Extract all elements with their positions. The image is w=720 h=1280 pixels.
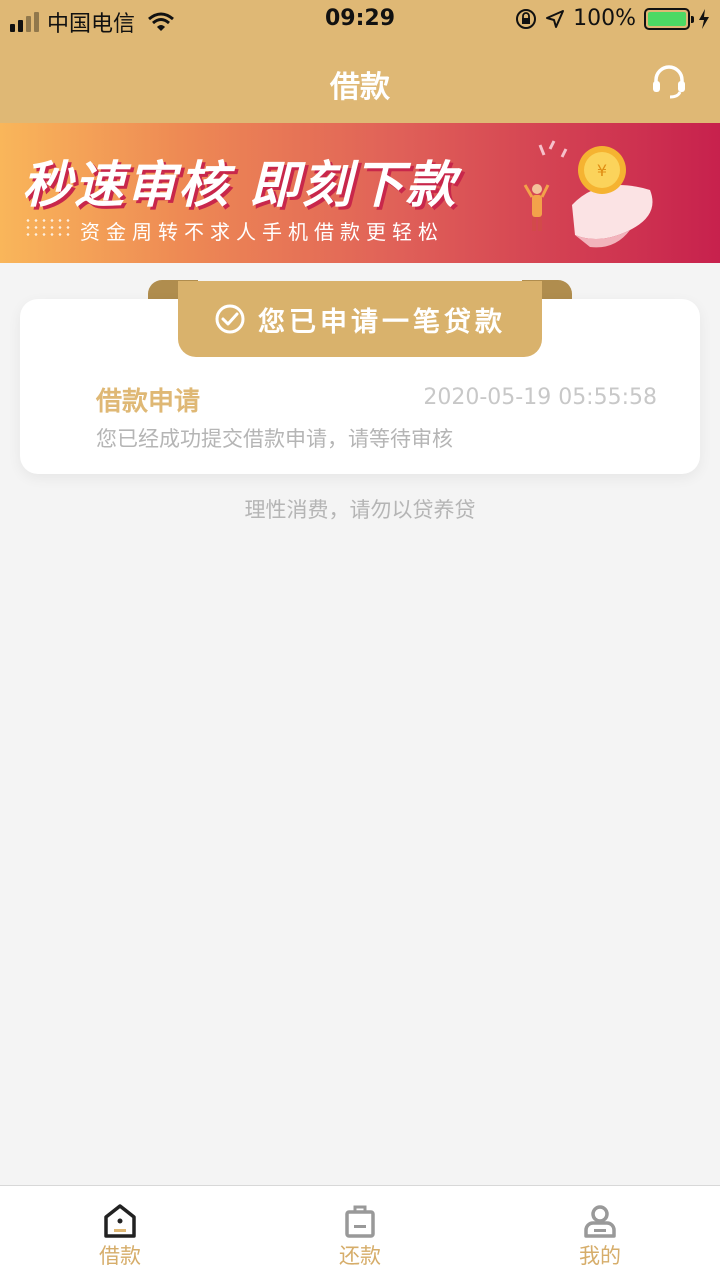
bottom-tab-bar: 借款 还款 我的 (0, 1185, 720, 1280)
battery-icon (644, 7, 694, 30)
repay-icon (345, 1205, 375, 1238)
location-icon (546, 9, 565, 28)
loan-application-time: 2020-05-19 05:55:58 (423, 385, 657, 410)
tab-profile[interactable]: 我的 (480, 1186, 720, 1280)
customer-service-icon[interactable] (650, 64, 688, 100)
battery-percent: 100% (573, 6, 636, 31)
banner-dots (24, 217, 72, 237)
responsible-borrowing-notice: 理性消费，请勿以贷养贷 (244, 498, 476, 522)
loan-icon (104, 1204, 136, 1238)
page-title: 借款 (330, 70, 390, 105)
charging-icon (699, 8, 709, 29)
banner-subtitle: 资金周转不求人手机借款更轻松 (80, 220, 444, 244)
header: 中国电信 09:29 100% 借款 (0, 0, 720, 123)
status-bar: 中国电信 09:29 100% (0, 0, 720, 40)
loan-applied-ribbon: 您已申请一笔贷款 (178, 281, 542, 357)
tab-loan-label: 借款 (99, 1244, 141, 1268)
coin-illustration-icon: ¥ (523, 140, 653, 248)
loan-application-status: 您已经成功提交借款申请，请等待审核 (96, 427, 453, 451)
tab-repay-label: 还款 (339, 1244, 381, 1268)
profile-icon (584, 1205, 616, 1238)
promo-banner[interactable]: 秒速审核 即刻下款 资金周转不求人手机借款更轻松 ¥ (0, 123, 720, 263)
tab-loan[interactable]: 借款 (0, 1186, 240, 1280)
check-circle-icon (215, 304, 245, 334)
tab-profile-label: 我的 (579, 1244, 621, 1268)
svg-text:¥: ¥ (597, 161, 607, 180)
ribbon-label: 您已申请一笔贷款 (258, 306, 506, 338)
loan-application-title: 借款申请 (96, 387, 201, 417)
banner-title: 秒速审核 即刻下款 (22, 156, 458, 214)
rotation-lock-icon (516, 8, 537, 29)
tab-repay[interactable]: 还款 (240, 1186, 480, 1280)
